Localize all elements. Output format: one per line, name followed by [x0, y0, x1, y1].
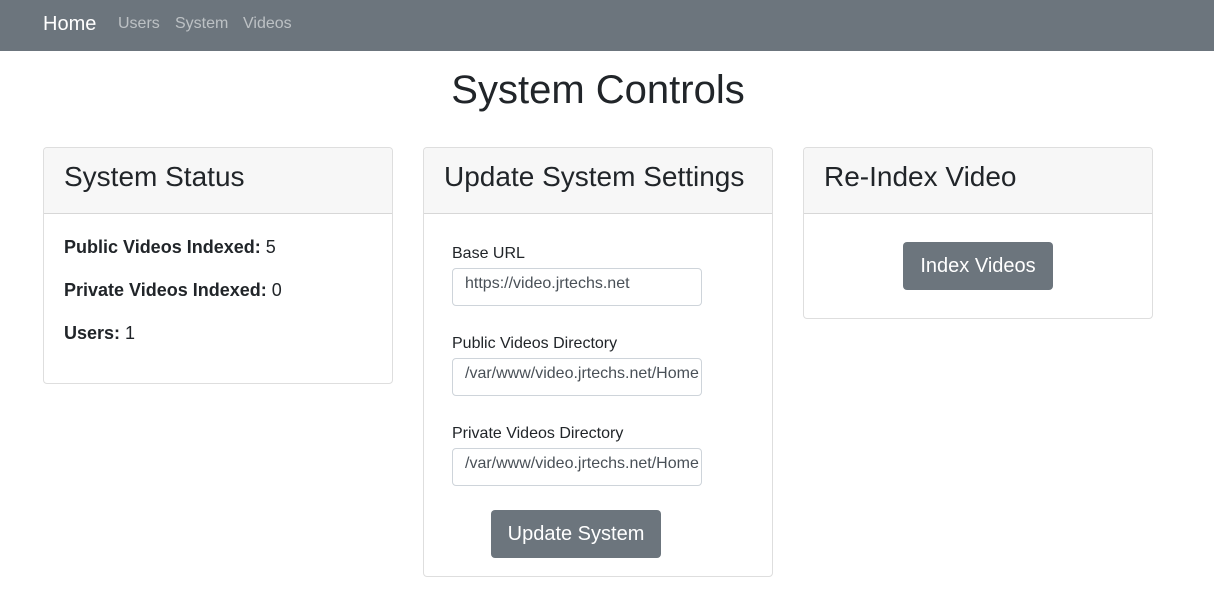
- reindex-video-body: Index Videos: [804, 214, 1152, 290]
- reindex-video-card: Re-Index Video Index Videos: [803, 147, 1153, 319]
- nav-link-videos[interactable]: Videos: [243, 14, 292, 34]
- nav-link-system[interactable]: System: [175, 14, 228, 34]
- public-dir-input[interactable]: /var/www/video.jrtechs.net/Home: [452, 358, 702, 396]
- system-status-card: System Status Public Videos Indexed: 5 P…: [43, 147, 393, 384]
- system-status-header: System Status: [44, 148, 392, 214]
- public-videos-stat: Public Videos Indexed: 5: [64, 236, 372, 258]
- reindex-video-header: Re-Index Video: [804, 148, 1152, 214]
- index-videos-button[interactable]: Index Videos: [903, 242, 1053, 290]
- base-url-input[interactable]: https://video.jrtechs.net: [452, 268, 702, 306]
- users-label: Users:: [64, 323, 121, 343]
- private-videos-stat: Private Videos Indexed: 0: [64, 279, 372, 301]
- private-videos-label: Private Videos Indexed:: [64, 280, 267, 300]
- private-dir-label: Private Videos Directory: [452, 425, 624, 442]
- page-title: System Controls: [451, 68, 745, 112]
- update-settings-card: Update System Settings Base URL https://…: [423, 147, 773, 577]
- public-dir-label: Public Videos Directory: [452, 335, 618, 352]
- private-dir-input[interactable]: /var/www/video.jrtechs.net/Home: [452, 448, 702, 486]
- system-status-body: Public Videos Indexed: 5 Private Videos …: [44, 214, 392, 344]
- base-url-label: Base URL: [452, 245, 525, 262]
- nav-brand-home[interactable]: Home: [43, 12, 96, 36]
- update-settings-form: Base URL https://video.jrtechs.net Publi…: [424, 214, 772, 558]
- public-videos-value: 5: [265, 237, 276, 257]
- users-value: 1: [125, 323, 136, 343]
- navbar: Home Users System Videos: [0, 0, 1214, 51]
- private-videos-value: 0: [271, 280, 282, 300]
- nav-link-users[interactable]: Users: [118, 14, 160, 34]
- update-system-button[interactable]: Update System: [490, 510, 662, 558]
- update-settings-header: Update System Settings: [424, 148, 772, 214]
- users-stat: Users: 1: [64, 322, 372, 344]
- public-videos-label: Public Videos Indexed:: [64, 237, 261, 257]
